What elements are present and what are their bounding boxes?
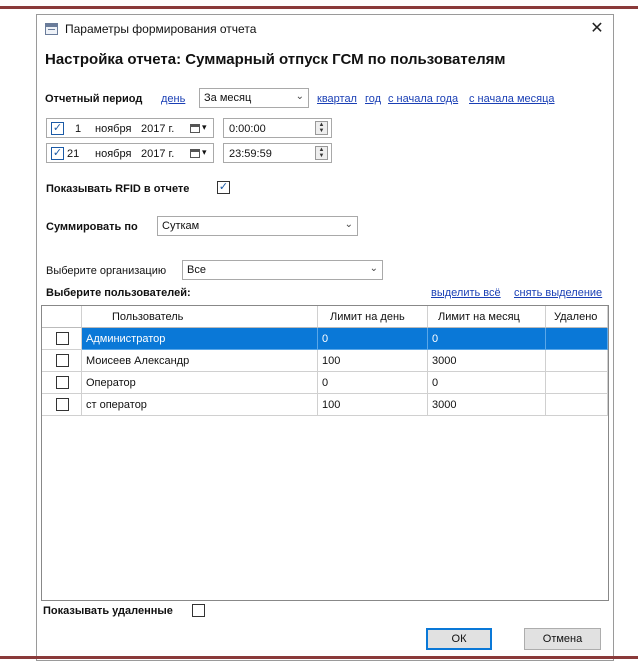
table-header-row: Пользователь Лимит на день Лимит на меся…: [42, 306, 608, 328]
end-date-checkbox[interactable]: ✓: [51, 147, 64, 160]
cell-month-limit[interactable]: 0: [428, 372, 546, 394]
organization-select[interactable]: Все ⌄: [182, 260, 383, 280]
chevron-down-icon: ⌄: [295, 91, 304, 102]
period-link-year[interactable]: год: [365, 93, 381, 105]
start-month: ноября: [95, 123, 132, 135]
header-check-column: [42, 306, 82, 328]
show-deleted-checkbox[interactable]: [192, 604, 205, 617]
cell-checkbox: [42, 372, 82, 394]
start-date-checkbox[interactable]: ✓: [51, 122, 64, 135]
column-header-user[interactable]: Пользователь: [82, 306, 318, 328]
cell-checkbox: [42, 328, 82, 350]
summarize-select[interactable]: Суткам ⌄: [157, 216, 358, 236]
row-checkbox[interactable]: [56, 398, 69, 411]
cell-deleted[interactable]: [546, 328, 608, 350]
cell-month-limit[interactable]: 3000: [428, 394, 546, 416]
start-time: 0:00:00: [229, 123, 266, 135]
close-icon[interactable]: ✕: [585, 18, 609, 40]
column-header-deleted[interactable]: Удалено: [546, 306, 608, 328]
rfid-checkbox[interactable]: ✓: [217, 181, 230, 194]
summarize-select-value: Суткам: [162, 220, 200, 232]
table-row[interactable]: ст оператор 100 3000: [42, 394, 608, 416]
cell-user[interactable]: Моисеев Александр: [82, 350, 318, 372]
spin-updown-icon[interactable]: ▲ ▼: [315, 146, 328, 160]
rfid-label: Показывать RFID в отчете: [46, 183, 190, 195]
title-bar: Параметры формирования отчета ✕: [37, 15, 613, 43]
row-checkbox[interactable]: [56, 354, 69, 367]
bottom-decorative-line: [0, 656, 638, 659]
cancel-button[interactable]: Отмена: [524, 628, 601, 650]
calendar-icon[interactable]: [190, 149, 200, 158]
chevron-down-icon: ⌄: [369, 263, 378, 274]
clear-selection-link[interactable]: снять выделение: [514, 287, 602, 299]
users-table[interactable]: Пользователь Лимит на день Лимит на меся…: [41, 305, 609, 601]
end-time-picker[interactable]: 23:59:59 ▲ ▼: [223, 143, 332, 163]
cell-day-limit[interactable]: 100: [318, 394, 428, 416]
report-heading: Настройка отчета: Суммарный отпуск ГСМ п…: [45, 51, 506, 68]
ok-button[interactable]: ОК: [426, 628, 492, 650]
summarize-label: Суммировать по: [46, 221, 138, 233]
cell-day-limit[interactable]: 0: [318, 372, 428, 394]
top-decorative-line: [0, 6, 638, 9]
period-link-day[interactable]: день: [161, 93, 185, 105]
start-day: 1: [75, 123, 82, 135]
cell-deleted[interactable]: [546, 350, 608, 372]
cell-checkbox: [42, 350, 82, 372]
column-header-day-limit[interactable]: Лимит на день: [318, 306, 428, 328]
period-link-from-year-start[interactable]: с начала года: [388, 93, 458, 105]
period-link-from-month-start[interactable]: с начала месяца: [469, 93, 555, 105]
table-row[interactable]: Оператор 0 0: [42, 372, 608, 394]
cell-month-limit[interactable]: 0: [428, 328, 546, 350]
period-label: Отчетный период: [45, 93, 143, 105]
period-select-value: За месяц: [204, 92, 252, 104]
cell-deleted[interactable]: [546, 372, 608, 394]
column-header-month-limit[interactable]: Лимит на месяц: [428, 306, 546, 328]
cell-checkbox: [42, 394, 82, 416]
spin-updown-icon[interactable]: ▲ ▼: [315, 121, 328, 135]
cell-user[interactable]: Администратор: [82, 328, 318, 350]
start-year: 2017 г.: [141, 123, 175, 135]
calendar-icon[interactable]: [190, 124, 200, 133]
start-date-picker[interactable]: ✓ 1 ноября 2017 г. ▾: [46, 118, 214, 138]
cell-month-limit[interactable]: 3000: [428, 350, 546, 372]
row-checkbox[interactable]: [56, 376, 69, 389]
report-parameters-dialog: Параметры формирования отчета ✕ Настройк…: [36, 14, 614, 661]
dropdown-arrow-icon: ▾: [202, 147, 207, 157]
period-select[interactable]: За месяц ⌄: [199, 88, 309, 108]
period-link-quarter[interactable]: квартал: [317, 93, 357, 105]
window-form-icon: [45, 23, 58, 35]
show-deleted-label: Показывать удаленные: [43, 605, 173, 617]
end-date-picker[interactable]: ✓ 21 ноября 2017 г. ▾: [46, 143, 214, 163]
end-month: ноября: [95, 148, 132, 160]
cell-day-limit[interactable]: 100: [318, 350, 428, 372]
end-year: 2017 г.: [141, 148, 175, 160]
cell-user[interactable]: ст оператор: [82, 394, 318, 416]
cell-deleted[interactable]: [546, 394, 608, 416]
organization-select-value: Все: [187, 264, 206, 276]
select-all-link[interactable]: выделить всё: [431, 287, 501, 299]
table-row[interactable]: Администратор 0 0: [42, 328, 608, 350]
dropdown-arrow-icon: ▾: [202, 122, 207, 132]
table-row[interactable]: Моисеев Александр 100 3000: [42, 350, 608, 372]
end-day: 21: [67, 148, 80, 160]
chevron-down-icon: ⌄: [344, 219, 353, 230]
cell-day-limit[interactable]: 0: [318, 328, 428, 350]
end-time: 23:59:59: [229, 148, 272, 160]
organization-label: Выберите организацию: [46, 265, 167, 277]
cell-user[interactable]: Оператор: [82, 372, 318, 394]
row-checkbox[interactable]: [56, 332, 69, 345]
start-time-picker[interactable]: 0:00:00 ▲ ▼: [223, 118, 332, 138]
window-title: Параметры формирования отчета: [65, 22, 257, 36]
users-label: Выберите пользователей:: [46, 287, 191, 299]
